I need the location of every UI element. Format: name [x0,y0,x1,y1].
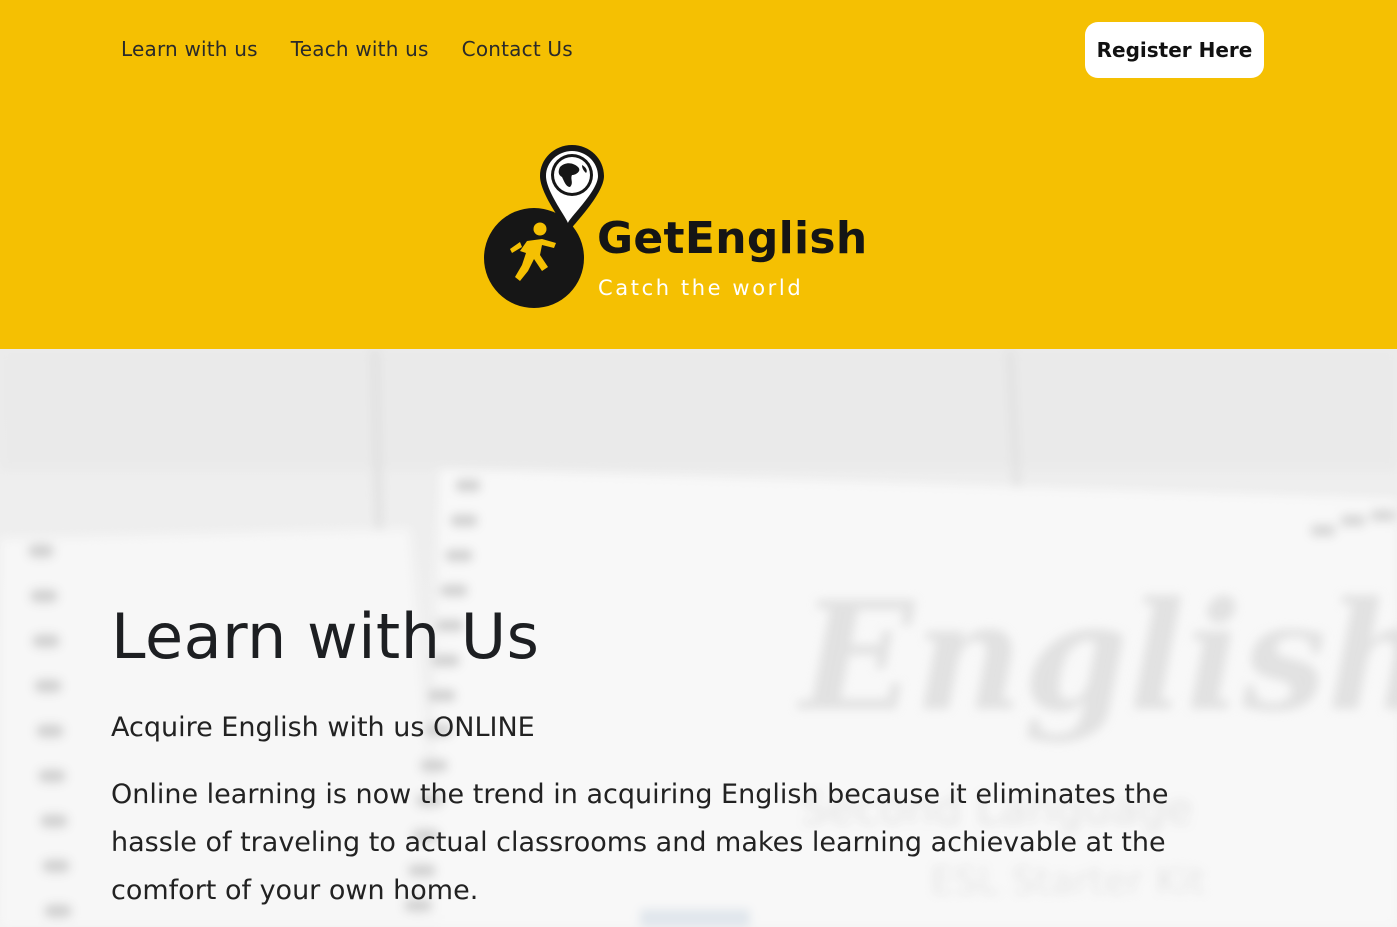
nav-learn-with-us[interactable]: Learn with us [121,37,258,61]
hero-description: Online learning is now the trend in acqu… [111,779,1169,906]
brand-logo[interactable]: GetEnglish Catch the world [482,143,872,313]
hero-subtitle: Acquire English with us ONLINE [111,712,535,743]
site-header: Learn with us Teach with us Contact Us R… [0,0,1397,349]
nav-contact-us[interactable]: Contact Us [462,37,573,61]
brand-tagline: Catch the world [598,276,804,300]
main-nav: Learn with us Teach with us Contact Us [121,37,606,61]
runner-globe-pin-icon [484,145,604,308]
hero-title: Learn with Us [111,600,540,673]
nav-teach-with-us[interactable]: Teach with us [291,37,429,61]
hero-section: English Second Language ESL Starter Kit … [0,349,1397,927]
brand-name: GetEnglish [597,213,868,264]
register-button[interactable]: Register Here [1085,22,1264,78]
hero-content: Learn with Us Acquire English with us ON… [111,601,1231,915]
